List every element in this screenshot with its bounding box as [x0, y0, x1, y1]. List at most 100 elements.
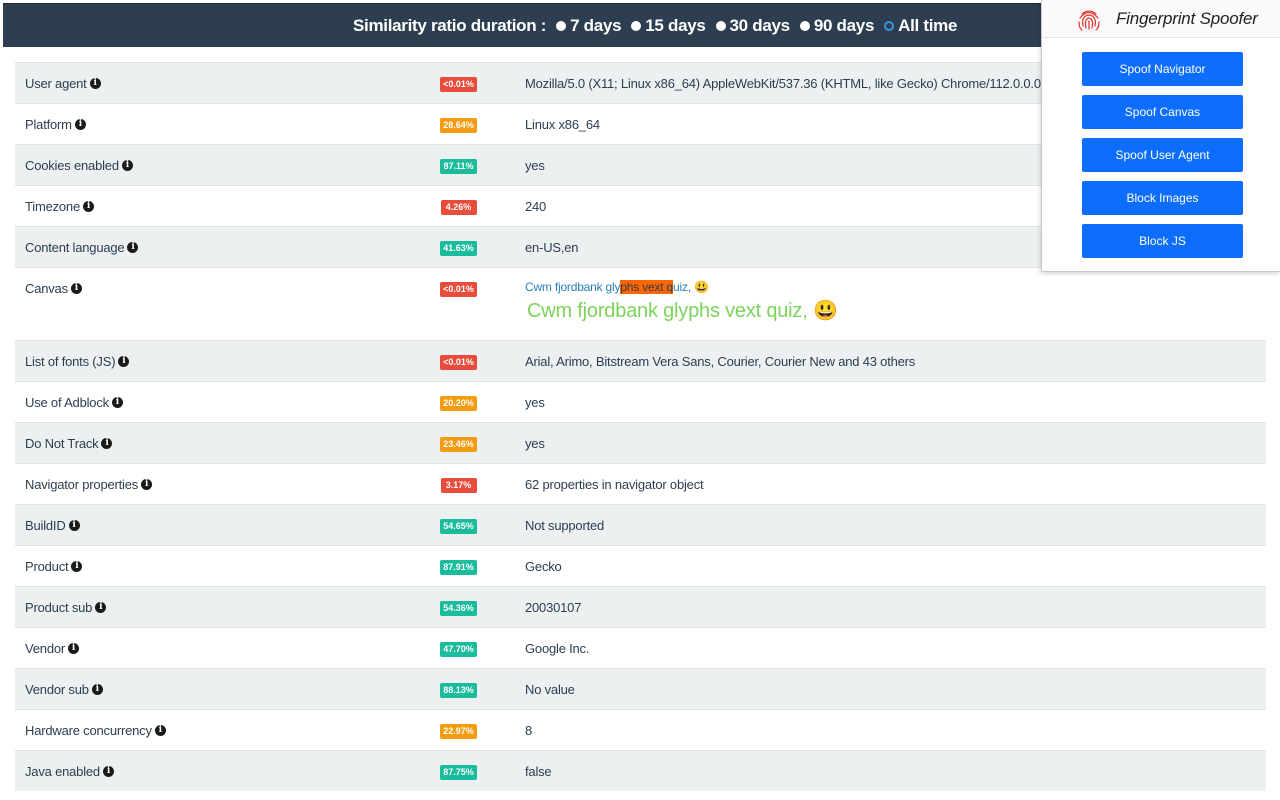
similarity-badge: 20.20%	[440, 396, 477, 411]
radio-icon[interactable]	[799, 20, 810, 31]
popup-button-list: Spoof Navigator Spoof Canvas Spoof User …	[1042, 38, 1280, 258]
similarity-ratio-cell: 3.17%	[392, 464, 525, 493]
attribute-value: 20030107	[525, 600, 582, 615]
attribute-value: false	[525, 764, 552, 779]
similarity-badge: 4.26%	[440, 200, 477, 215]
attribute-name: Do Not Track i	[15, 423, 392, 451]
similarity-badge: 28.64%	[440, 118, 477, 133]
similarity-ratio-cell: <0.01%	[392, 268, 525, 297]
spoof-user-agent-button[interactable]: Spoof User Agent	[1082, 138, 1243, 172]
attribute-value: Google Inc.	[525, 641, 590, 656]
similarity-ratio-cell: 41.63%	[392, 227, 525, 256]
info-icon[interactable]: i	[95, 602, 107, 613]
attribute-value: yes	[525, 395, 545, 410]
popup-title: Fingerprint Spoofer	[1116, 8, 1258, 28]
attribute-name: Vendor i	[15, 628, 392, 656]
similarity-ratio-cell: 87.11%	[392, 145, 525, 174]
canvas-highlight: phs vext q	[620, 280, 674, 294]
info-icon[interactable]: i	[68, 643, 80, 654]
table-row: BuildID i 54.65% Not supported	[15, 504, 1266, 545]
similarity-ratio-cell: 4.26%	[392, 186, 525, 215]
info-icon[interactable]: i	[83, 201, 94, 212]
attribute-name: Canvas i	[15, 268, 392, 296]
attribute-value: Gecko	[525, 559, 562, 574]
similarity-badge: <0.01%	[440, 77, 477, 92]
table-row: Do Not Track i 23.46% yes	[15, 422, 1266, 463]
attribute-value: 8	[525, 723, 533, 738]
attribute-label: Hardware concurrency	[25, 723, 152, 738]
similarity-ratio-cell: <0.01%	[392, 341, 525, 370]
info-icon[interactable]: i	[71, 561, 83, 572]
option-15-days[interactable]: 15 days	[631, 16, 706, 36]
similarity-ratio-cell: 22.97%	[392, 710, 525, 739]
table-row: Java enabled i 87.75% false	[15, 750, 1266, 791]
similarity-badge: 87.75%	[440, 765, 477, 780]
attribute-label: Do Not Track	[25, 436, 99, 451]
attribute-name: Navigator properties i	[15, 464, 392, 492]
attribute-label: Cookies enabled	[25, 158, 119, 173]
similarity-badge: 23.46%	[440, 437, 477, 452]
block-images-button[interactable]: Block Images	[1082, 181, 1243, 215]
table-row: List of fonts (JS) i <0.01% Arial, Arimo, B…	[15, 340, 1266, 381]
attribute-value: 62 properties in navigator object	[525, 477, 704, 492]
popup-header: Fingerprint Spoofer	[1042, 0, 1280, 38]
attribute-value: Cwm fjordbank glyphs vext quiz, 😃 Cwm fjo…	[525, 268, 1266, 323]
similarity-ratio-cell: 28.64%	[392, 104, 525, 133]
radio-selected-icon[interactable]	[884, 20, 895, 31]
radio-icon[interactable]	[715, 20, 726, 31]
similarity-ratio-cell: 88.13%	[392, 669, 525, 698]
option-7-days[interactable]: 7 days	[556, 16, 622, 36]
similarity-badge: 3.17%	[440, 478, 477, 493]
canvas-text-small: Cwm fjordbank glyphs vext quiz, 😃	[525, 280, 709, 294]
attribute-name: List of fonts (JS) i	[15, 341, 392, 369]
info-icon[interactable]: i	[89, 78, 101, 89]
attribute-name: BuildID i	[15, 505, 392, 533]
option-30-days[interactable]: 30 days	[715, 16, 790, 36]
table-row: Product i 87.91% Gecko	[15, 545, 1266, 586]
option-all-time[interactable]: All time	[884, 16, 957, 36]
info-icon[interactable]: i	[70, 283, 82, 294]
info-icon[interactable]: i	[101, 438, 113, 449]
attribute-name: Vendor sub i	[15, 669, 392, 697]
attribute-name: Use of Adblock i	[15, 382, 392, 410]
similarity-badge: 87.91%	[440, 560, 477, 575]
info-icon[interactable]: i	[74, 119, 86, 130]
table-row: Canvas i <0.01% Cwm fjordbank glyphs vext q…	[15, 267, 1266, 340]
similarity-ratio-cell: 23.46%	[392, 423, 525, 452]
radio-icon[interactable]	[631, 20, 642, 31]
option-90-days[interactable]: 90 days	[799, 16, 874, 36]
similarity-badge: 54.36%	[440, 601, 477, 616]
attribute-name: Product i	[15, 546, 392, 574]
radio-icon[interactable]	[556, 20, 567, 31]
table-row: Vendor sub i 88.13% No value	[15, 668, 1266, 709]
info-icon[interactable]: i	[141, 479, 153, 490]
info-icon[interactable]: i	[118, 356, 130, 367]
attribute-value: Arial, Arimo, Bitstream Vera Sans, Couri…	[525, 354, 916, 369]
attribute-name: User agent i	[15, 63, 392, 91]
similarity-ratio-cell: 87.75%	[392, 751, 525, 780]
info-icon[interactable]: i	[127, 242, 139, 253]
similarity-badge: 54.65%	[440, 519, 477, 534]
attribute-value: yes	[525, 436, 545, 451]
block-js-button[interactable]: Block JS	[1082, 224, 1243, 258]
attribute-name: Hardware concurrency i	[15, 710, 392, 738]
info-icon[interactable]: i	[68, 520, 80, 531]
attribute-label: Vendor sub	[25, 682, 89, 697]
similarity-ratio-cell: 47.70%	[392, 628, 525, 657]
similarity-badge: <0.01%	[440, 282, 477, 297]
attribute-label: BuildID	[25, 518, 66, 533]
attribute-label: Platform	[25, 117, 72, 132]
spoof-canvas-button[interactable]: Spoof Canvas	[1082, 95, 1243, 129]
info-icon[interactable]: i	[91, 684, 103, 695]
table-row: Hardware concurrency i 22.97% 8	[15, 709, 1266, 750]
info-icon[interactable]: i	[111, 397, 123, 408]
info-icon[interactable]: i	[102, 766, 114, 777]
info-icon[interactable]: i	[154, 725, 166, 736]
attribute-label: Timezone	[25, 199, 80, 214]
canvas-text-part: Cwm fjordbank gly	[525, 280, 621, 294]
attribute-value: Not supported	[525, 518, 605, 533]
spoof-navigator-button[interactable]: Spoof Navigator	[1082, 52, 1243, 86]
info-icon[interactable]: i	[121, 160, 133, 171]
similarity-badge: 47.70%	[440, 642, 477, 657]
attribute-label: Java enabled	[25, 764, 100, 779]
